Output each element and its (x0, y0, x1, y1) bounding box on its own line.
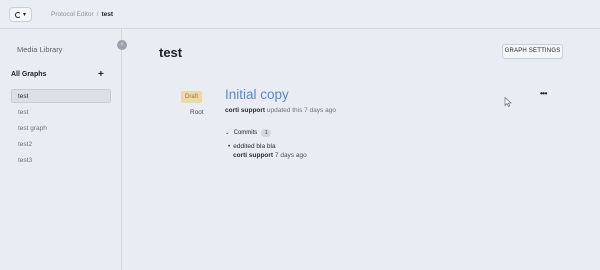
commit-author: corti support (233, 152, 274, 159)
app-menu-button[interactable]: ▾ (9, 7, 32, 22)
breadcrumb: Protocol Editor / test (51, 11, 113, 18)
chevron-down-icon: ⌄ (225, 130, 230, 136)
commit-message-text: eddited bla bla (233, 143, 276, 150)
updated-time-text: updated this 7 days ago (266, 107, 336, 114)
branch-label: Root (190, 109, 204, 116)
commit-message: • eddited bla bla (228, 143, 276, 150)
graph-list-item[interactable]: test2 (11, 137, 111, 151)
breadcrumb-item-current: test (101, 11, 114, 18)
status-badge: Draft (181, 91, 202, 103)
version-title-link[interactable]: Initial copy (225, 87, 289, 102)
commit-time: 7 days ago (274, 152, 307, 159)
chevron-down-icon: ▾ (22, 11, 26, 18)
breadcrumb-item-protocol-editor[interactable]: Protocol Editor (51, 11, 94, 18)
bullet-icon: • (228, 143, 231, 150)
commits-count-badge: 1 (261, 129, 272, 137)
main-content: test GRAPH SETTINGS Draft Root Initial c… (122, 29, 600, 270)
graph-settings-button[interactable]: GRAPH SETTINGS (502, 44, 563, 59)
version-updated-info: corti support updated this 7 days ago (225, 107, 336, 114)
add-graph-button[interactable]: + (98, 69, 104, 80)
graph-list-item[interactable]: test graph (11, 121, 111, 135)
app-logo-icon (14, 11, 21, 18)
commits-toggle[interactable]: ⌄ Commits 1 (225, 129, 272, 137)
page-title: test (159, 45, 183, 60)
sidebar: Media Library All Graphs + test test tes… (0, 29, 122, 270)
top-bar: ▾ Protocol Editor / test (0, 0, 600, 29)
updated-by-user: corti support (225, 107, 266, 114)
graph-list-item[interactable]: test (11, 89, 111, 103)
commit-meta: corti support 7 days ago (233, 152, 307, 159)
commits-label: Commits (233, 130, 258, 136)
breadcrumb-separator: / (96, 11, 99, 18)
more-options-icon[interactable]: ••• (540, 89, 547, 98)
graph-list: test test test graph test2 test3 (11, 89, 111, 169)
graph-list-item[interactable]: test3 (11, 153, 111, 167)
graph-list-item[interactable]: test (11, 105, 111, 119)
media-library-link[interactable]: Media Library (17, 45, 62, 54)
mouse-cursor-icon (504, 97, 512, 107)
all-graphs-heading: All Graphs (11, 71, 47, 78)
